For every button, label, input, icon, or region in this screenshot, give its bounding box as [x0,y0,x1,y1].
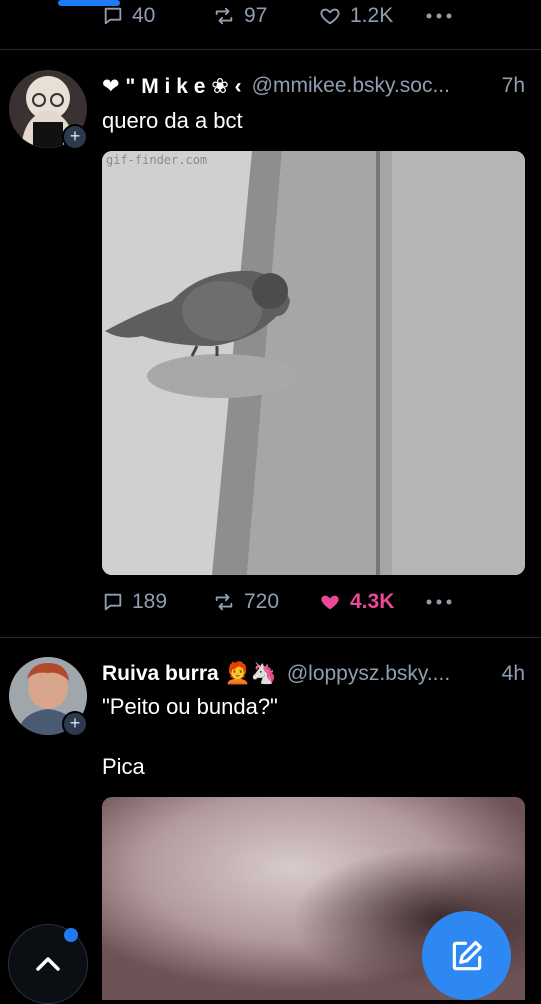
gif-watermark: gif-finder.com [106,153,208,167]
handle[interactable]: @mmikee.bsky.soc... [252,74,492,98]
more-options-button[interactable] [426,12,452,20]
post-divider [0,49,541,50]
post1-header: ❤ " M i k e ❀ ‹ @mmikee.bsky.soc... 7h [102,70,525,102]
follow-plus-icon[interactable]: + [62,124,88,150]
repost-icon [215,7,233,25]
repost-count: 720 [244,590,280,613]
reply-button[interactable]: 40 [102,4,212,28]
like-count: 1.2K [350,4,394,27]
repost-count: 97 [244,4,268,27]
post1-gif[interactable]: gif-finder.com [102,151,525,575]
reply-count: 40 [132,4,156,27]
post1-text: quero da a bct [102,108,243,133]
post1-actions: 189 720 4.3K [102,590,452,614]
repost-button[interactable]: 720 [212,590,318,614]
heart-filled-icon [321,595,339,610]
like-button[interactable]: 1.2K [318,4,426,28]
handle[interactable]: @loppysz.bsky.... [287,662,492,686]
follow-plus-icon[interactable]: + [62,711,88,737]
display-name[interactable]: Ruiva burra 🧑‍🦰🦄 [102,662,277,686]
more-icon [426,13,452,19]
chevron-up-icon [36,957,60,971]
reply-icon [104,7,122,25]
reply-button[interactable]: 189 [102,590,212,614]
compose-icon [452,940,482,970]
display-name[interactable]: ❤ " M i k e ❀ ‹ [102,74,242,99]
post2-text: "Peito ou bunda?" Pica [102,694,278,779]
post-divider [0,637,541,638]
more-options-button[interactable] [426,598,452,606]
heart-icon [320,8,340,25]
new-posts-dot [64,928,78,942]
more-icon [426,599,452,605]
compose-button[interactable] [422,911,511,1000]
post-time[interactable]: 4h [502,662,525,686]
like-button[interactable]: 4.3K [318,590,426,614]
post-time[interactable]: 7h [502,74,525,98]
reply-count: 189 [132,590,168,613]
pigeon-image [102,151,525,575]
repost-icon [215,593,233,611]
reply-icon [104,593,122,611]
post2-header: Ruiva burra 🧑‍🦰🦄 @loppysz.bsky.... 4h [102,658,525,690]
like-count: 4.3K [350,590,395,613]
prev-post-actions: 40 97 1.2K [102,4,452,28]
repost-button[interactable]: 97 [212,4,318,28]
